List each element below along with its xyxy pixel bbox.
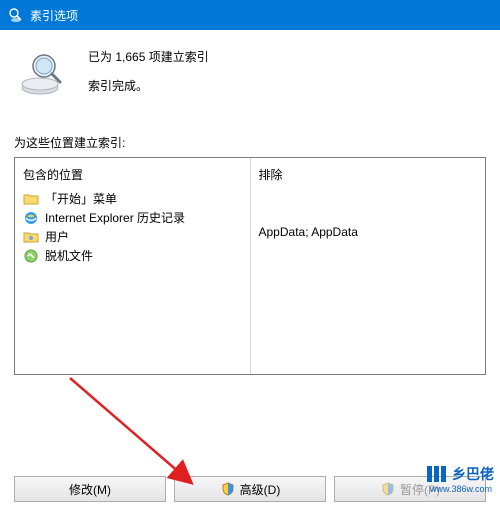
offline-files-icon (23, 248, 39, 264)
modify-button[interactable]: 修改(M) (14, 476, 166, 502)
included-header: 包含的位置 (23, 164, 242, 189)
shield-icon (380, 481, 396, 497)
excluded-text: AppData; AppData (259, 223, 478, 241)
list-item[interactable]: 「开始」菜单 (23, 189, 242, 208)
button-label: 高级(D) (240, 481, 281, 498)
window-title: 素引选项 (30, 7, 78, 24)
indexed-count-text: 已为 1,665 项建立索引 (88, 48, 209, 65)
status-area: 已为 1,665 项建立索引 索引完成。 (14, 38, 486, 110)
button-label: 修改(M) (69, 481, 111, 498)
ie-icon (23, 210, 39, 226)
excluded-column: 排除 AppData; AppData (250, 158, 486, 374)
watermark-text: 乡巴佬 (452, 464, 494, 484)
locations-listbox: 包含的位置 「开始」菜单 Internet Explorer 历史记录 用户 (14, 157, 486, 375)
watermark-url: www.386w.com (430, 484, 492, 494)
list-item-label: Internet Explorer 历史记录 (45, 209, 185, 226)
dialog-content: 已为 1,665 项建立索引 索引完成。 为这些位置建立索引: 包含的位置 「开… (0, 30, 500, 518)
status-text: 已为 1,665 项建立索引 索引完成。 (88, 44, 209, 100)
locations-label: 为这些位置建立索引: (14, 134, 486, 151)
titlebar: 素引选项 (0, 0, 500, 30)
button-row: 修改(M) 高级(D) 暂停(P) (14, 476, 486, 502)
advanced-button[interactable]: 高级(D) (174, 476, 326, 502)
indexing-complete-text: 索引完成。 (88, 77, 209, 94)
indexing-options-icon (8, 7, 24, 23)
list-item[interactable]: 用户 (23, 227, 242, 246)
watermark: 乡巴佬 (426, 464, 494, 484)
list-item[interactable]: 脱机文件 (23, 246, 242, 265)
magnifier-icon (18, 44, 74, 100)
list-item-label: 用户 (45, 228, 69, 245)
list-item-label: 「开始」菜单 (45, 190, 117, 207)
folder-icon (23, 191, 39, 207)
list-item[interactable]: Internet Explorer 历史记录 (23, 208, 242, 227)
excluded-header: 排除 (259, 164, 478, 189)
users-icon (23, 229, 39, 245)
shield-icon (220, 481, 236, 497)
included-column: 包含的位置 「开始」菜单 Internet Explorer 历史记录 用户 (15, 158, 250, 374)
list-item-label: 脱机文件 (45, 247, 93, 264)
